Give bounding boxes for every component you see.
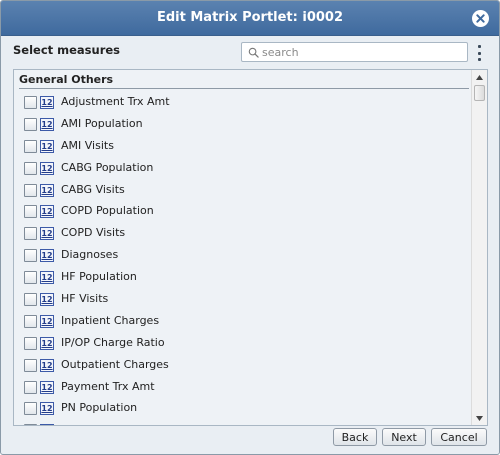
list-item[interactable]: 12 Payment Trx Amt: [14, 377, 474, 399]
measure-label: COPD Visits: [61, 226, 126, 240]
measure-label: HF Visits: [61, 292, 109, 306]
group-header: General Others: [19, 73, 469, 89]
close-icon[interactable]: [472, 10, 489, 27]
measure-label: COPD Population: [61, 204, 154, 218]
dialog-titlebar[interactable]: Edit Matrix Portlet: i0002: [1, 1, 499, 36]
measure-label: AMI Population: [61, 116, 143, 130]
measure-label: IP/OP Charge Ratio: [61, 335, 165, 349]
list-item[interactable]: 12: [14, 420, 474, 425]
measure-checkbox[interactable]: [24, 227, 37, 241]
list-item[interactable]: 12 COPD Population: [14, 201, 474, 223]
list-item[interactable]: 12 CABG Population: [14, 158, 474, 180]
measure-checkbox[interactable]: [24, 380, 37, 394]
scroll-thumb[interactable]: [474, 85, 485, 101]
list-item[interactable]: 12 AMI Visits: [14, 136, 474, 158]
measure-checkbox[interactable]: [24, 96, 37, 109]
list-item[interactable]: 12 Inpatient Charges: [14, 311, 474, 333]
numeric-measure-icon: 12: [40, 293, 54, 307]
list-scrollbar[interactable]: [471, 70, 487, 425]
measure-label: Adjustment Trx Amt: [61, 95, 170, 108]
numeric-measure-icon: 12: [40, 358, 54, 372]
measures-list: General Others 12 Adjustment Trx Amt 12 AMI…: [13, 69, 488, 426]
measure-checkbox[interactable]: [24, 358, 37, 372]
numeric-measure-icon: 12: [40, 117, 54, 131]
search-icon: [248, 47, 259, 58]
numeric-measure-icon: 12: [40, 96, 54, 109]
numeric-measure-icon: 12: [40, 205, 54, 219]
search-input[interactable]: [262, 44, 462, 60]
measure-checkbox[interactable]: [24, 424, 37, 425]
list-item[interactable]: 12 Diagnoses: [14, 245, 474, 267]
measure-items: 12 Adjustment Trx Amt 12 AMI Population 12 AM…: [14, 92, 474, 425]
numeric-measure-icon: 12: [40, 139, 54, 153]
next-button[interactable]: Next: [382, 428, 426, 446]
measure-checkbox[interactable]: [24, 139, 37, 153]
measure-checkbox[interactable]: [24, 314, 37, 328]
measure-checkbox[interactable]: [24, 117, 37, 131]
numeric-measure-icon: 12: [40, 183, 54, 197]
measure-checkbox[interactable]: [24, 271, 37, 285]
dialog-buttons: Back Next Cancel: [333, 428, 487, 446]
cancel-button[interactable]: Cancel: [431, 428, 487, 446]
scroll-up-icon[interactable]: [472, 70, 487, 84]
measure-label: CABG Visits: [61, 182, 125, 196]
measure-label: Payment Trx Amt: [61, 379, 155, 393]
list-item[interactable]: 12 HF Visits: [14, 289, 474, 311]
edit-matrix-portlet-dialog: Edit Matrix Portlet: i0002 Select measur…: [0, 0, 500, 455]
more-options-icon[interactable]: [475, 45, 483, 61]
back-button[interactable]: Back: [333, 428, 377, 446]
measure-checkbox[interactable]: [24, 293, 37, 307]
list-item[interactable]: 12 Outpatient Charges: [14, 355, 474, 377]
measure-label: CABG Population: [61, 160, 154, 174]
list-item[interactable]: 12 PN Population: [14, 398, 474, 420]
measure-checkbox[interactable]: [24, 336, 37, 350]
numeric-measure-icon: 12: [40, 271, 54, 285]
select-measures-label: Select measures: [13, 43, 121, 57]
numeric-measure-icon: 12: [40, 380, 54, 394]
measure-label: HF Population: [61, 270, 137, 284]
measure-label: AMI Visits: [61, 138, 114, 152]
measure-checkbox[interactable]: [24, 161, 37, 175]
list-item[interactable]: 12 Adjustment Trx Amt: [14, 92, 474, 114]
list-item[interactable]: 12 IP/OP Charge Ratio: [14, 333, 474, 355]
numeric-measure-icon: 12: [40, 314, 54, 328]
measure-checkbox[interactable]: [24, 183, 37, 197]
numeric-measure-icon: 12: [40, 161, 54, 175]
scroll-down-icon[interactable]: [472, 411, 487, 425]
list-item[interactable]: 12 HF Population: [14, 267, 474, 289]
search-box[interactable]: [241, 42, 468, 62]
numeric-measure-icon: 12: [40, 424, 54, 425]
measure-label: Outpatient Charges: [61, 357, 169, 371]
measure-checkbox[interactable]: [24, 402, 37, 416]
numeric-measure-icon: 12: [40, 402, 54, 416]
measure-checkbox[interactable]: [24, 205, 37, 219]
list-item[interactable]: 12 CABG Visits: [14, 180, 474, 202]
measure-checkbox[interactable]: [24, 249, 37, 263]
measures-toolbar: Select measures: [1, 37, 499, 67]
dialog-title: Edit Matrix Portlet: i0002: [156, 10, 344, 25]
list-item[interactable]: 12 AMI Population: [14, 114, 474, 136]
measure-label: PN Population: [61, 401, 138, 415]
numeric-measure-icon: 12: [40, 227, 54, 241]
measure-label: Diagnoses: [61, 248, 119, 262]
list-item[interactable]: 12 COPD Visits: [14, 223, 474, 245]
numeric-measure-icon: 12: [40, 336, 54, 350]
measure-label: Inpatient Charges: [61, 313, 160, 327]
numeric-measure-icon: 12: [40, 249, 54, 263]
